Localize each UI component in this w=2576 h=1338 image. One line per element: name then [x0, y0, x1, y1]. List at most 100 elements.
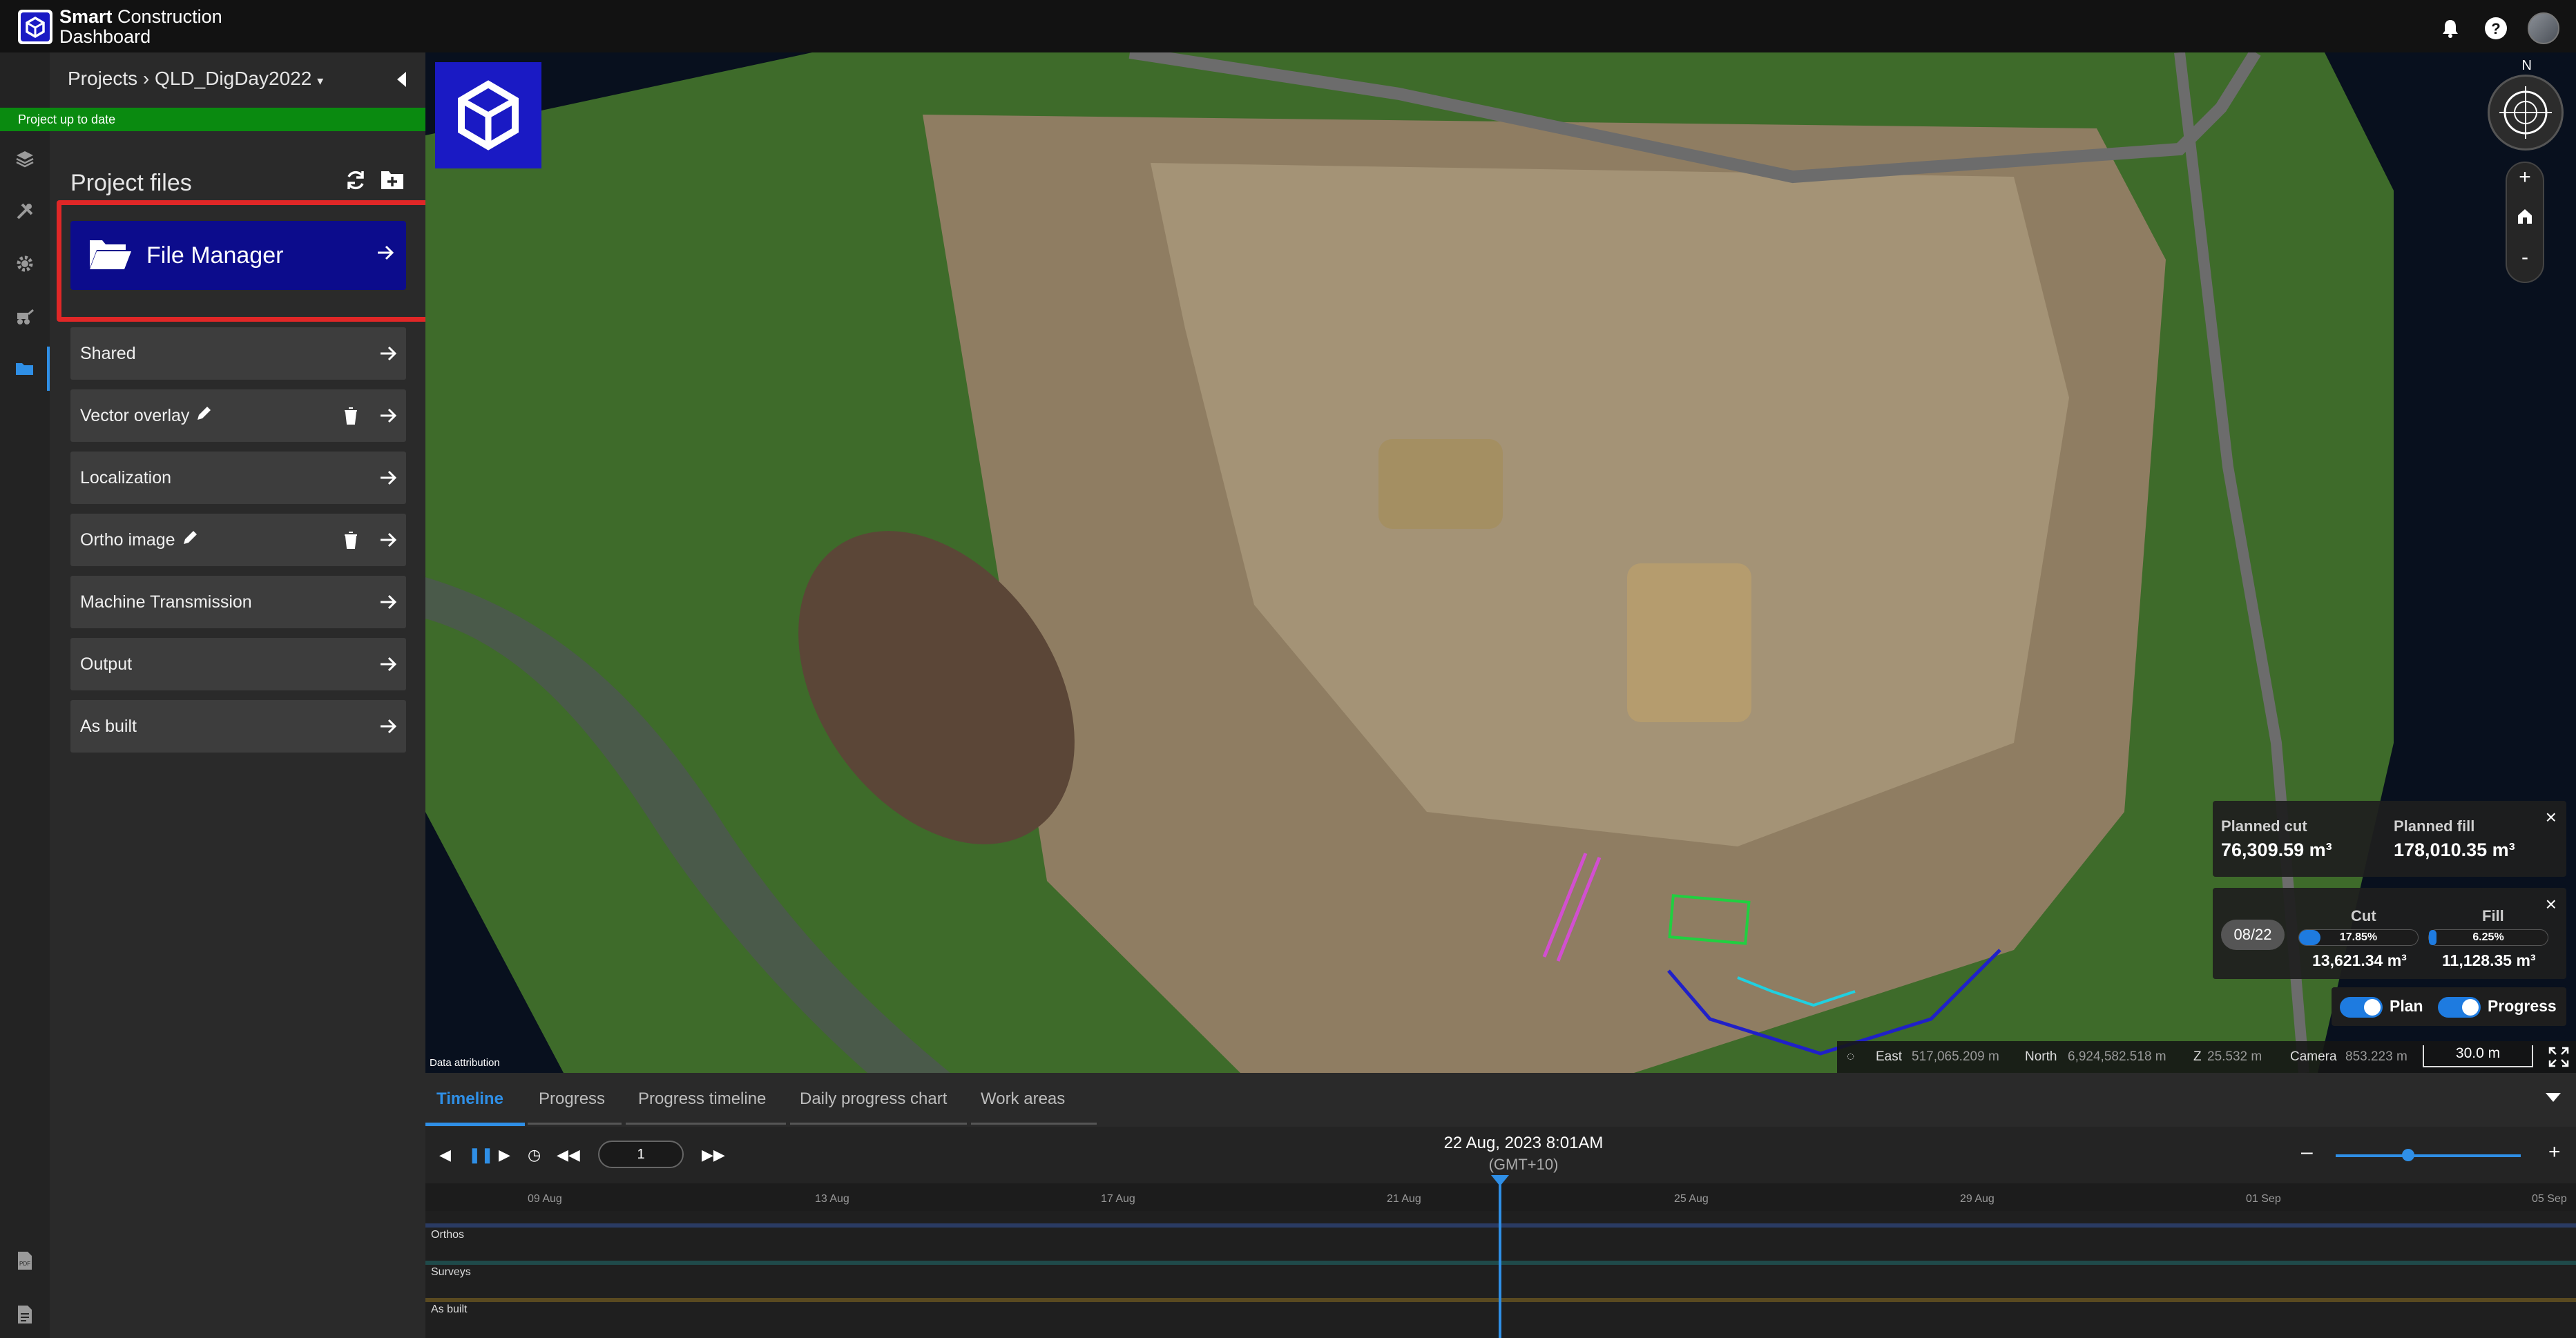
file-category-ortho-image[interactable]: Ortho image — [70, 514, 406, 566]
plan-toggle[interactable] — [2340, 997, 2383, 1018]
east-label: East — [1876, 1049, 1903, 1064]
tick-label: 01 Sep — [2246, 1193, 2281, 1205]
close-icon[interactable]: × — [2546, 806, 2557, 828]
arrow-right-icon — [378, 344, 398, 368]
breadcrumb: Projects › QLD_DigDay2022 ▾ — [68, 68, 323, 90]
tab-progress-timeline[interactable]: Progress timeline — [638, 1089, 766, 1109]
progress-cut-label: Cut — [2351, 907, 2376, 924]
map-overlay-logo — [435, 62, 541, 168]
arrow-right-icon — [378, 530, 398, 554]
trash-icon[interactable] — [343, 406, 359, 430]
file-category-as-built[interactable]: As built — [70, 700, 406, 753]
help-icon[interactable]: ? — [2482, 14, 2510, 42]
settings-icon[interactable] — [11, 250, 39, 278]
file-manager-button[interactable]: File Manager — [70, 221, 406, 290]
trash-icon[interactable] — [343, 530, 359, 554]
coordinate-readout: ◌ East 517,065.209 m North 6,924,582.518… — [1837, 1041, 2576, 1073]
open-folder-icon — [87, 236, 133, 275]
add-folder-icon[interactable] — [380, 168, 405, 195]
file-category-vector-overlay[interactable]: Vector overlay — [70, 389, 406, 442]
brand-line1: Construction — [112, 6, 222, 27]
camera-label: Camera — [2290, 1049, 2337, 1064]
tab-timeline[interactable]: Timeline — [436, 1089, 503, 1109]
tab-progress[interactable]: Progress — [539, 1089, 605, 1109]
tick-label: 29 Aug — [1960, 1193, 1995, 1205]
collapse-panel-icon[interactable] — [395, 70, 407, 92]
rewind-icon[interactable]: ◀◀ — [557, 1146, 580, 1164]
compass-icon[interactable] — [2488, 75, 2564, 151]
active-tab-indicator — [425, 1123, 525, 1126]
zoom-out-button[interactable]: - — [2507, 246, 2543, 269]
pencil-icon[interactable] — [181, 529, 199, 552]
close-icon[interactable]: × — [2546, 893, 2557, 915]
project-selector[interactable]: QLD_DigDay2022 — [155, 68, 311, 89]
file-category-label: Vector overlay — [80, 405, 190, 425]
planned-cut-value: 76,309.59 m³ — [2221, 840, 2332, 860]
file-category-machine-transmission[interactable]: Machine Transmission — [70, 576, 406, 628]
pdf-icon[interactable]: PDF — [11, 1247, 39, 1274]
loading-spinner-icon: ◌ — [1847, 1049, 1855, 1064]
tick-label: 13 Aug — [815, 1193, 849, 1205]
brand-bold: Smart — [59, 6, 113, 27]
east-value: 517,065.209 m — [1912, 1049, 1999, 1064]
section-title: Project files — [70, 170, 192, 196]
timeline-zoom-slider[interactable] — [2336, 1154, 2521, 1157]
tab-daily-progress-chart[interactable]: Daily progress chart — [800, 1089, 947, 1109]
home-icon[interactable] — [2507, 207, 2543, 231]
playhead-marker[interactable] — [1491, 1175, 1509, 1186]
chevron-down-icon[interactable]: ▾ — [317, 74, 323, 88]
progress-fill-value: 11,128.35 m³ — [2442, 951, 2536, 969]
timeline-tabs: Timeline Progress Progress timeline Dail… — [425, 1073, 2576, 1127]
tab-divider — [971, 1123, 1097, 1125]
zoom-out-timeline-button[interactable]: – — [2301, 1141, 2313, 1164]
bell-icon[interactable] — [2436, 14, 2464, 42]
progress-toggle[interactable] — [2438, 997, 2481, 1018]
tab-work-areas[interactable]: Work areas — [981, 1089, 1065, 1109]
folder-icon[interactable] — [11, 355, 39, 382]
user-avatar[interactable] — [2528, 12, 2559, 44]
refresh-icon[interactable] — [344, 168, 367, 195]
progress-cut-value: 13,621.34 m³ — [2312, 951, 2407, 969]
zoom-in-button[interactable]: + — [2507, 166, 2543, 189]
file-category-label: As built — [80, 716, 137, 736]
layers-icon[interactable] — [11, 145, 39, 173]
file-category-output[interactable]: Output — [70, 638, 406, 690]
file-category-shared[interactable]: Shared — [70, 327, 406, 380]
play-icon[interactable]: ▶ — [499, 1146, 510, 1164]
timeline-playhead[interactable] — [1499, 1175, 1501, 1338]
machine-icon[interactable] — [11, 302, 39, 330]
svg-text:PDF: PDF — [19, 1261, 30, 1267]
breadcrumb-projects[interactable]: Projects — [68, 68, 137, 89]
file-category-localization[interactable]: Localization — [70, 452, 406, 504]
file-category-label: Machine Transmission — [80, 592, 252, 612]
brand-line2: Dashboard — [59, 26, 151, 47]
zoom-in-timeline-button[interactable]: + — [2548, 1141, 2561, 1164]
clock-icon[interactable]: ◷ — [528, 1146, 541, 1164]
arrow-right-icon — [378, 717, 398, 741]
fast-forward-icon[interactable]: ▶▶ — [702, 1146, 725, 1164]
report-icon[interactable] — [11, 1301, 39, 1328]
frame-input[interactable]: 1 — [598, 1141, 684, 1168]
data-attribution-link[interactable]: Data attribution — [430, 1057, 500, 1069]
track-label: Surveys — [431, 1266, 471, 1278]
progress-date-pill[interactable]: 08/22 — [2221, 920, 2285, 950]
left-rail: PDF — [0, 52, 50, 1338]
project-status-banner: Project up to date — [0, 108, 425, 131]
progress-toggle-label: Progress — [2488, 997, 2557, 1015]
timeline-zoom-knob[interactable] — [2402, 1149, 2414, 1161]
pencil-icon[interactable] — [195, 405, 213, 427]
map-viewport[interactable]: Data attribution N + - × Planned cut 76,… — [425, 52, 2576, 1073]
step-back-icon[interactable]: ◀ — [439, 1146, 451, 1164]
progress-volume-card: × 08/22 Cut 17.85% 13,621.34 m³ Fill 6.2… — [2213, 888, 2566, 979]
current-datetime: 22 Aug, 2023 8:01AM — [1443, 1134, 1604, 1152]
collapse-timeline-icon[interactable] — [2544, 1091, 2562, 1107]
cut-progress-bar: 17.85% — [2298, 929, 2419, 946]
app-logo[interactable] — [18, 10, 52, 44]
arrow-right-icon — [378, 468, 398, 492]
compass-north-label: N — [2521, 58, 2532, 73]
fullscreen-icon[interactable] — [2548, 1047, 2569, 1072]
arrow-right-icon — [376, 243, 395, 266]
pause-icon[interactable]: ❚❚ — [468, 1146, 494, 1164]
layer-toggles: Plan Progress — [2332, 987, 2566, 1026]
tools-icon[interactable] — [11, 197, 39, 225]
